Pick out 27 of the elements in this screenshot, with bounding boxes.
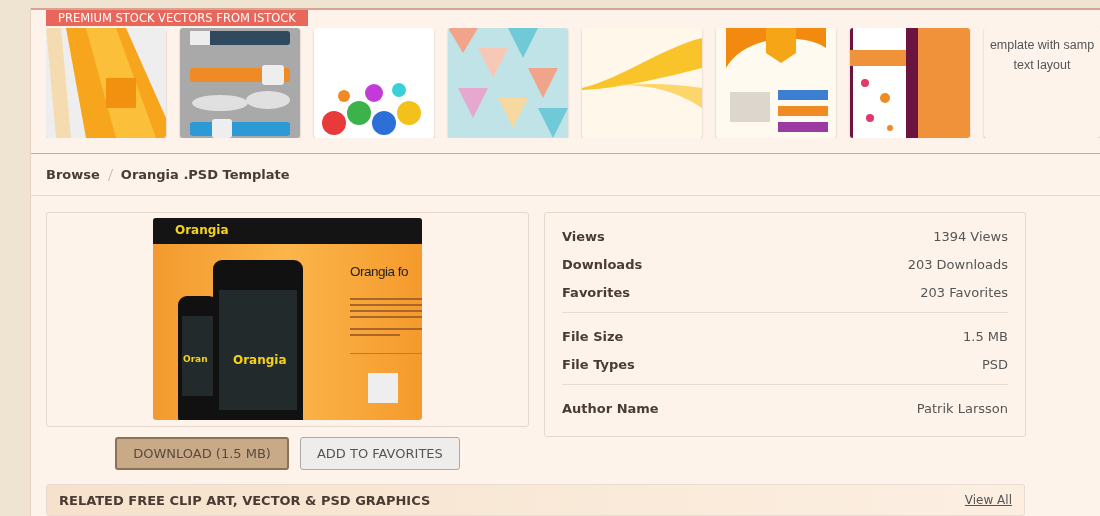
- phone-label: Oran: [183, 354, 208, 364]
- breadcrumb-item[interactable]: Browse: [46, 167, 100, 182]
- detail-value: PSD: [981, 357, 1008, 372]
- download-button[interactable]: DOWNLOAD (1.5 MB): [115, 437, 289, 470]
- template-card[interactable]: emplate with samp text layout: [984, 28, 1100, 138]
- preview-heading: Orangia fo: [350, 264, 409, 279]
- detail-value: 1.5 MB: [963, 329, 1008, 344]
- card-text: emplate with samp: [989, 38, 1095, 53]
- detail-value: 1394 Views: [933, 229, 1008, 244]
- card-text: text layout: [1013, 58, 1071, 73]
- view-all-link[interactable]: View All: [964, 493, 1012, 507]
- breadcrumb-item: Orangia .PSD Template: [120, 167, 290, 182]
- detail-value: 203 Favorites: [920, 285, 1008, 300]
- detail-label: File Types: [562, 357, 635, 372]
- favorite-button[interactable]: ADD TO FAVORITES: [299, 437, 460, 470]
- detail-label: Views: [562, 229, 605, 244]
- image-placeholder: [368, 373, 398, 403]
- phone-label: Orangia: [233, 353, 287, 367]
- detail-value: Patrik Larsson: [916, 401, 1008, 416]
- detail-label: File Size: [562, 329, 624, 344]
- preview-logo: Orangia: [175, 223, 229, 237]
- detail-label: Author Name: [562, 401, 659, 416]
- section-title: RELATED FREE CLIP ART, VECTOR & PSD GRAPHICS: [59, 493, 431, 508]
- detail-value: 203 Downloads: [907, 257, 1008, 272]
- detail-label: Favorites: [562, 285, 630, 300]
- detail-label: Downloads: [562, 257, 643, 272]
- promo-label: PREMIUM STOCK VECTORS FROM ISTOCK: [46, 10, 308, 26]
